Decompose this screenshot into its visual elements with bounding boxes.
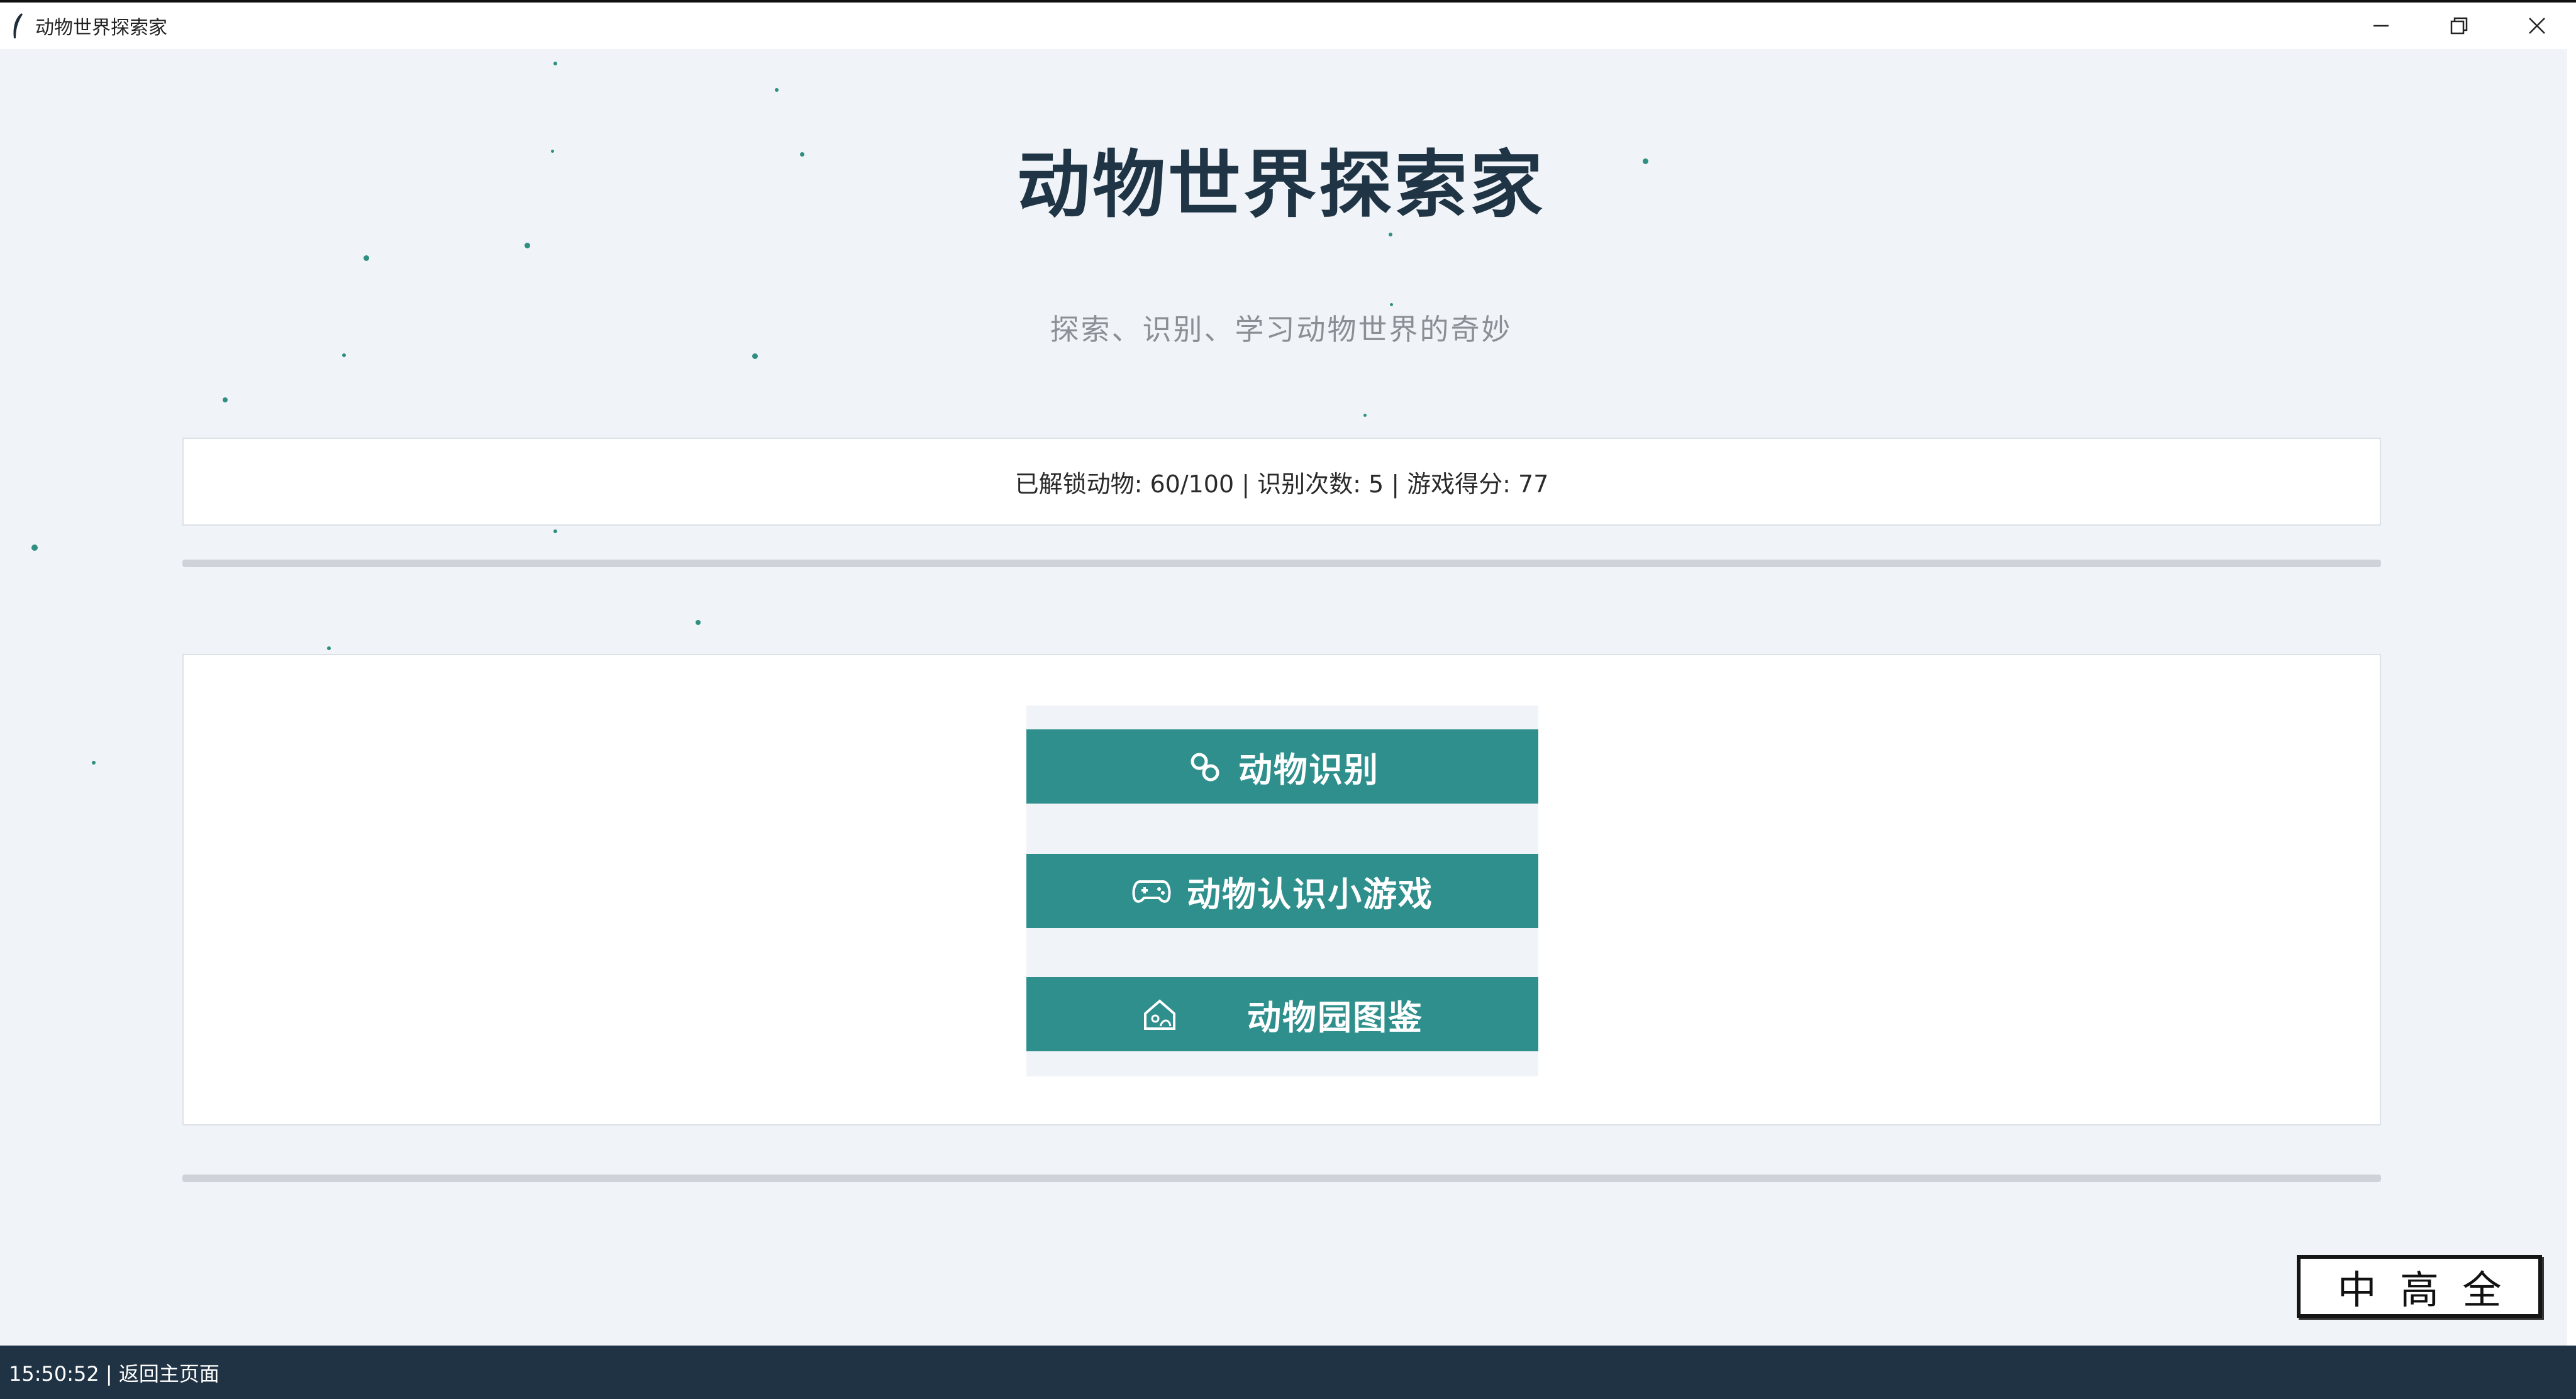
particle-dot [342,353,346,357]
page-subtitle: 探索、识别、学习动物世界的奇妙 [1050,312,1513,346]
stamp-char: 中 [2337,1267,2377,1313]
title-bar: 动物世界探索家 [0,0,2576,49]
restore-button[interactable] [2420,3,2498,49]
stamp-char: 高 [2399,1267,2439,1313]
particle-dot [1389,233,1392,236]
minimize-button[interactable] [2342,3,2420,49]
feather-icon [5,9,30,42]
status-text: 15:50:52 | 返回主页面 [9,1361,219,1386]
particle-dot [553,529,557,533]
menu-panel: 动物识别 动物认识小游戏 动物园图鉴 [182,654,2381,1125]
particle-dot [553,62,557,65]
particle-dot [1390,303,1393,306]
page-title: 动物世界探索家 [1017,143,1545,228]
stats-text: 已解锁动物: 60/100 | 识别次数: 5 | 游戏得分: 77 [1014,470,1549,498]
zoo-encyclopedia-button[interactable]: 动物园图鉴 [1026,977,1538,1051]
app-window: 动物世界探索家 动物世界探索家 探索、识别、学习动物世界的奇妙 已解锁动物: 6… [0,0,2576,1399]
menu-button-label: 动物识别 [1238,749,1379,790]
window-title: 动物世界探索家 [35,17,167,39]
stamp-char: 全 [2462,1267,2502,1313]
particle-dot [775,88,779,92]
animal-recognition-button[interactable]: 动物识别 [1026,729,1538,804]
particle-dot [525,243,530,248]
zoo-icon [1141,997,1178,1031]
stats-panel: 已解锁动物: 60/100 | 识别次数: 5 | 游戏得分: 77 [182,438,2381,526]
menu-button-label: 动物认识小游戏 [1187,874,1433,914]
restore-icon [2450,17,2468,35]
stamp-badge[interactable]: 中 高 全 [2297,1255,2542,1318]
close-button[interactable] [2498,3,2576,49]
menu-button-label: 动物园图鉴 [1247,997,1423,1037]
paw-icon [1185,748,1223,785]
particle-dot [223,397,228,402]
window-controls [2342,3,2576,49]
particle-dot [31,545,38,551]
particle-dot [1363,414,1367,417]
menu-column: 动物识别 动物认识小游戏 动物园图鉴 [1026,705,1538,1076]
animal-game-button[interactable]: 动物认识小游戏 [1026,854,1538,928]
particle-dot [92,761,96,765]
particle-dot [364,255,369,261]
particle-dot [327,646,331,650]
status-bar: 15:50:52 | 返回主页面 [0,1346,2576,1399]
divider-top [182,560,2381,567]
minimize-icon [2373,25,2389,27]
particle-dot [696,620,701,625]
gamepad-icon [1131,875,1172,907]
particle-dot [752,353,758,359]
divider-bottom [182,1175,2381,1182]
close-icon [2529,18,2545,34]
window-edge [2567,49,2576,1351]
